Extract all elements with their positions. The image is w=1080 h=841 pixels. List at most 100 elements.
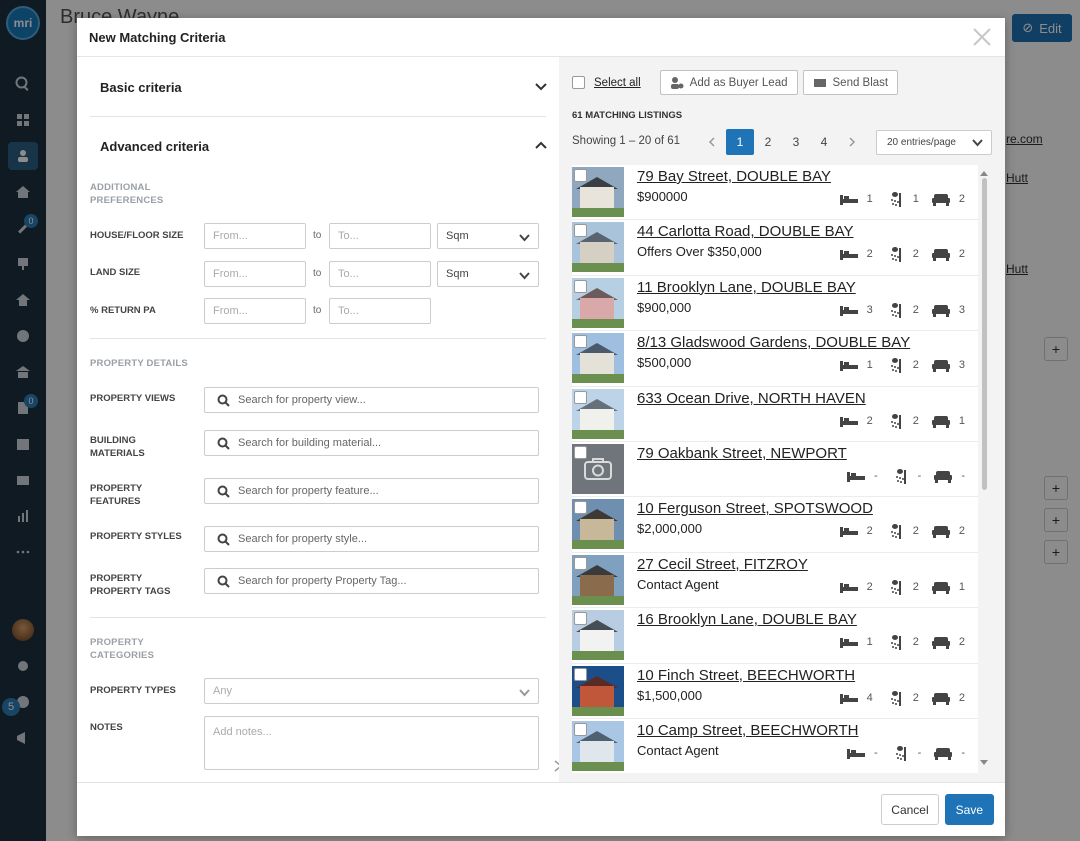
listing-checkbox[interactable] [574, 501, 587, 515]
land-size-to-input[interactable]: To... [329, 261, 431, 287]
building-materials-input[interactable]: Search for building material... [204, 430, 539, 456]
listing-checkbox[interactable] [574, 279, 587, 293]
entries-per-page-select[interactable]: 20 entries/page [876, 130, 992, 155]
listing-address[interactable]: 27 Cecil Street, FITZROY [637, 556, 978, 573]
property-features-input[interactable]: Search for property feature... [204, 478, 539, 504]
notes-label: NOTES [90, 722, 123, 733]
page-4[interactable]: 4 [810, 129, 838, 155]
listing-address[interactable]: 16 Brooklyn Lane, DOUBLE BAY [637, 611, 978, 628]
listing-row[interactable]: 10 Finch Street, BEECHWORTH $1,500,000 4 2 2 [572, 663, 978, 719]
select-all-link[interactable]: Select all [594, 77, 641, 89]
chevron-down-icon[interactable] [534, 79, 548, 96]
listings-scrollbar[interactable] [982, 178, 987, 490]
shower-icon [890, 192, 901, 207]
close-icon[interactable] [971, 26, 993, 48]
baths-count: - [917, 746, 922, 759]
listing-checkbox[interactable] [574, 612, 587, 626]
listing-address[interactable]: 79 Oakbank Street, NEWPORT [637, 445, 978, 462]
house-size-unit-select[interactable]: Sqm [437, 223, 539, 249]
baths-count: - [917, 469, 922, 482]
listing-address[interactable]: 10 Finch Street, BEECHWORTH [637, 667, 978, 684]
send-blast-button[interactable]: Send Blast [802, 70, 899, 95]
listing-row[interactable]: 79 Bay Street, DOUBLE BAY $900000 1 1 2 [572, 165, 978, 221]
modal-header: New Matching Criteria [77, 18, 1005, 57]
listing-row[interactable]: 10 Ferguson Street, SPOTSWOOD $2,000,000 2… [572, 497, 978, 553]
basic-criteria-header[interactable]: Basic criteria [100, 79, 548, 96]
listing-checkbox[interactable] [574, 335, 587, 349]
listing-row[interactable]: 27 Cecil Street, FITZROY Contact Agent 2 2 1 [572, 552, 978, 609]
notes-textarea[interactable]: Add notes... [204, 716, 539, 770]
scroll-down-arrow[interactable] [980, 760, 988, 765]
baths-count: 2 [912, 359, 919, 372]
listing-checkbox[interactable] [574, 445, 587, 459]
bed-icon [839, 250, 858, 261]
listing-address[interactable]: 44 Carlotta Road, DOUBLE BAY [637, 223, 978, 240]
bed-icon [839, 638, 858, 649]
select-all-checkbox[interactable] [572, 76, 585, 89]
baths-count: 2 [912, 525, 919, 538]
listing-info: 8/13 Gladswood Gardens, DOUBLE BAY $500,0… [624, 331, 978, 385]
search-icon [217, 575, 230, 588]
listing-checkbox[interactable] [574, 390, 587, 404]
save-button[interactable]: Save [944, 794, 994, 825]
listing-row[interactable]: 16 Brooklyn Lane, DOUBLE BAY 1 2 2 [572, 608, 978, 664]
property-features-placeholder: Search for property feature... [238, 485, 379, 497]
listing-address[interactable]: 633 Ocean Drive, NORTH HAVEN [637, 390, 978, 407]
property-styles-input[interactable]: Search for property style... [204, 526, 539, 552]
land-size-from-input[interactable]: From... [204, 261, 306, 287]
page-3[interactable]: 3 [782, 129, 810, 155]
advanced-criteria-header[interactable]: Advanced criteria [100, 138, 548, 155]
return-from-input[interactable]: From... [204, 298, 306, 324]
next-page-icon[interactable] [838, 129, 866, 155]
user-dollar-icon [670, 76, 684, 89]
listing-row[interactable]: 8/13 Gladswood Gardens, DOUBLE BAY $500,0… [572, 331, 978, 387]
scroll-up-arrow[interactable] [980, 171, 988, 176]
listing-features: 1 1 2 [839, 191, 965, 207]
beds-count: 2 [866, 525, 873, 538]
chevron-up-icon[interactable] [534, 138, 548, 155]
listing-checkbox[interactable] [574, 667, 587, 681]
page-2[interactable]: 2 [754, 129, 782, 155]
property-types-select[interactable]: Any [204, 678, 539, 704]
listing-row[interactable]: 10 Camp Street, BEECHWORTH Contact Agent -… [572, 718, 978, 773]
house-size-to-input[interactable]: To... [329, 223, 431, 249]
listing-features: --- [846, 745, 965, 761]
listing-address[interactable]: 10 Ferguson Street, SPOTSWOOD [637, 500, 978, 517]
property-tags-input[interactable]: Search for property Property Tag... [204, 568, 539, 594]
advanced-criteria-title: Advanced criteria [100, 139, 210, 154]
shower-icon [890, 413, 901, 429]
listing-row[interactable]: 79 Oakbank Street, NEWPORT - - - [572, 441, 978, 498]
prev-page-icon[interactable] [698, 129, 726, 155]
property-views-input[interactable]: Search for property view... [204, 387, 539, 413]
property-types-label: PROPERTY TYPES [90, 685, 176, 696]
listing-address[interactable]: 11 Brooklyn Lane, DOUBLE BAY [637, 279, 978, 296]
listing-address[interactable]: 10 Camp Street, BEECHWORTH [637, 722, 978, 739]
listing-row[interactable]: 44 Carlotta Road, DOUBLE BAY Offers Over … [572, 220, 978, 276]
listing-features: 4 2 2 [839, 690, 965, 706]
listing-address[interactable]: 79 Bay Street, DOUBLE BAY [637, 168, 978, 185]
listing-checkbox[interactable] [574, 169, 587, 182]
page-1[interactable]: 1 [726, 129, 754, 155]
property-views-label: PROPERTY VIEWS [90, 393, 176, 404]
listing-info: 11 Brooklyn Lane, DOUBLE BAY $900,000 3 2 3 [624, 276, 978, 330]
beds-count: - [873, 469, 878, 482]
search-icon [217, 485, 230, 498]
house-size-from-input[interactable]: From... [204, 223, 306, 249]
listing-checkbox[interactable] [574, 556, 587, 570]
cars-count: 2 [958, 248, 965, 261]
land-size-unit-select[interactable]: Sqm [437, 261, 539, 287]
add-buyer-lead-button[interactable]: Add as Buyer Lead [659, 70, 798, 95]
listing-checkbox[interactable] [574, 224, 587, 238]
car-icon [931, 304, 950, 317]
land-size-label: LAND SIZE [90, 267, 141, 278]
search-icon [217, 533, 230, 546]
listing-row[interactable]: 11 Brooklyn Lane, DOUBLE BAY $900,000 3 2 3 [572, 275, 978, 332]
shower-icon [890, 579, 901, 595]
cancel-button[interactable]: Cancel [881, 794, 939, 825]
listing-address[interactable]: 8/13 Gladswood Gardens, DOUBLE BAY [637, 334, 978, 351]
bed-icon [839, 361, 858, 372]
listing-row[interactable]: 633 Ocean Drive, NORTH HAVEN 2 2 1 [572, 386, 978, 442]
car-icon [931, 194, 950, 206]
return-to-input[interactable]: To... [329, 298, 431, 324]
listing-checkbox[interactable] [574, 722, 587, 736]
